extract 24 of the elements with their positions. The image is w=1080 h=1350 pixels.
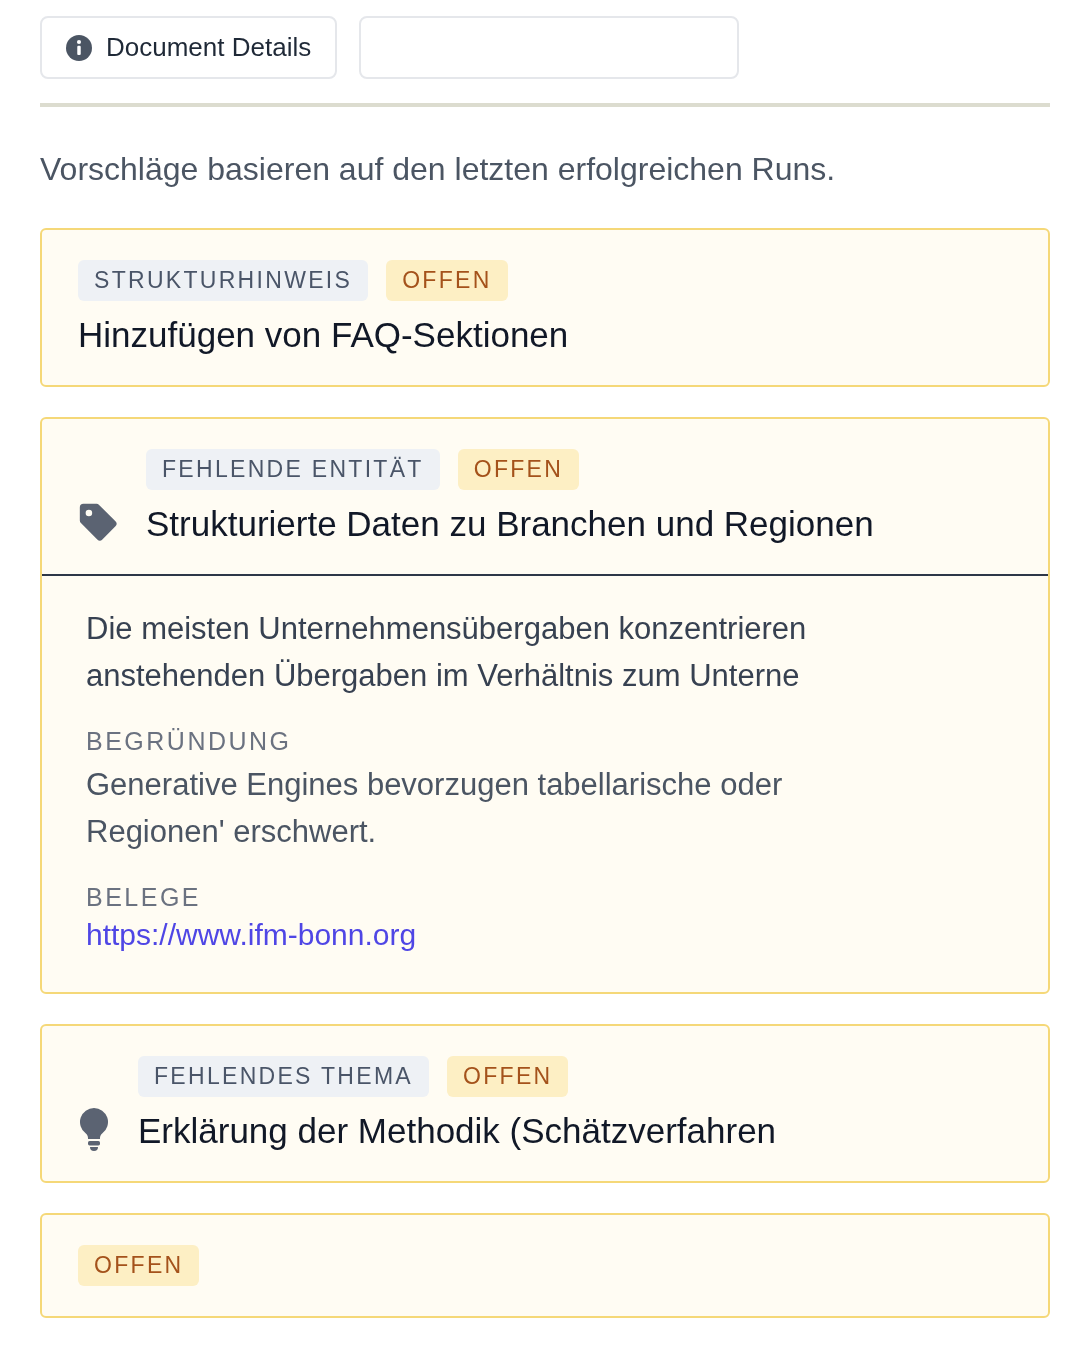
status-badge: OFFEN <box>457 449 580 490</box>
category-tag: FEHLENDE ENTITÄT <box>146 449 440 490</box>
suggestion-card[interactable]: FEHLENDES THEMA OFFEN Erklärung der Methodik (Schätzverfahren <box>40 1024 1050 1183</box>
evidence-link[interactable]: https://www.ifm-bonn.org <box>86 918 417 952</box>
info-icon <box>66 34 92 61</box>
suggestion-card[interactable]: STRUKTURHINWEIS OFFEN Hinzufügen von FAQ-Sektionen <box>40 228 1050 387</box>
reasoning-text: Generative Engines bevorzugen tabellarische oder Regionen' erschwert. <box>86 766 783 851</box>
category-tag: STRUKTURHINWEIS <box>78 260 369 301</box>
status-badge: OFFEN <box>78 1245 200 1286</box>
section-label: BEGRÜNDUNG <box>86 727 292 756</box>
tag-icon <box>78 501 118 542</box>
suggestion-title: Hinzufügen von FAQ-Sektionen <box>78 315 569 355</box>
intro-text: Vorschläge basieren auf den letzten erfolgreichen Runs. <box>40 151 837 188</box>
suggestion-title: Strukturierte Daten zu Branchen und Regionen <box>146 504 874 544</box>
category-tag: FEHLENDES THEMA <box>138 1056 429 1097</box>
status-badge: OFFEN <box>386 260 508 301</box>
lightbulb-icon <box>78 1106 110 1151</box>
status-badge: OFFEN <box>447 1056 569 1097</box>
suggestion-card[interactable]: OFFEN <box>40 1213 1050 1318</box>
tab[interactable]: Document Details <box>40 16 338 79</box>
description-text: Die meisten Unternehmensübergaben konzentrieren anstehenden Übergaben im Verhältnis zum Unterne <box>86 610 807 695</box>
suggestion-card[interactable] <box>40 417 1050 994</box>
section-label: BELEGE <box>86 883 202 912</box>
suggestion-title: Erklärung der Methodik (Schätzverfahren <box>138 1111 777 1151</box>
